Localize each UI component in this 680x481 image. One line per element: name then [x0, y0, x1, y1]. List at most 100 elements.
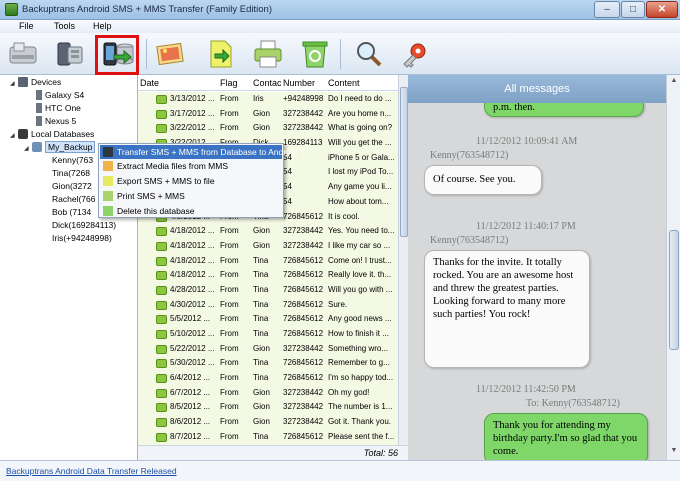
- table-row[interactable]: 5/5/2012 ... From Tina 726845612 Any good ne…: [138, 312, 398, 327]
- table-row[interactable]: 8/5/2012 ... From Gion 327238442 The number …: [138, 400, 398, 415]
- table-row[interactable]: 4/30/2012 ... From Tina 726845612 Sure.: [138, 298, 398, 313]
- column-number[interactable]: Number: [283, 78, 315, 88]
- conversation-body[interactable]: p.m. then. 11/12/2012 10:09:41 AM Kenny(…: [408, 103, 666, 460]
- cell-content: Remember to g...: [328, 358, 390, 368]
- menu-delete-database[interactable]: Delete this database: [100, 204, 282, 218]
- tree-node-devices[interactable]: ◢ Devices: [10, 76, 61, 89]
- menu-transfer-to-android[interactable]: Transfer SMS + MMS from Database to Andr…: [100, 145, 297, 159]
- close-button[interactable]: ✕: [646, 1, 678, 18]
- transfer-db-to-android-icon[interactable]: [100, 37, 136, 71]
- cell-number: 54: [283, 196, 292, 206]
- menu-tools[interactable]: Tools: [54, 21, 75, 31]
- tree-node-my-backup[interactable]: ◢ My_Backup: [24, 141, 96, 156]
- table-row[interactable]: 3/17/2012 ... From Gion 327238442 Are you ho…: [138, 107, 398, 122]
- tree-contact[interactable]: Iris(+94248998): [52, 232, 112, 245]
- table-row[interactable]: 6/7/2012 ... From Gion 327238442 Oh my god!: [138, 386, 398, 401]
- cell-flag: From: [220, 94, 239, 103]
- tree-item-galaxy-s4[interactable]: Galaxy S4: [36, 89, 84, 102]
- print-icon[interactable]: [250, 37, 286, 71]
- cell-content: Any good news ...: [328, 314, 392, 324]
- table-row[interactable]: 4/18/2012 ... From Gion 327238442 I like my …: [138, 239, 398, 254]
- export-file-icon[interactable]: [202, 37, 238, 71]
- sms-icon: [156, 315, 167, 325]
- tree-item-nexus-5[interactable]: Nexus 5: [36, 115, 76, 128]
- table-row[interactable]: 3/22/2012 ... From Gion 327238442 What is go…: [138, 121, 398, 136]
- menu-print[interactable]: Print SMS + MMS: [100, 189, 282, 203]
- cell-flag: From: [220, 417, 239, 427]
- cell-content: What is going on?: [328, 123, 393, 133]
- table-row[interactable]: 4/18/2012 ... From Tina 726845612 Come on! I…: [138, 254, 398, 269]
- tree-node-local-databases[interactable]: ◢ Local Databases: [10, 128, 94, 141]
- tree-contact[interactable]: Gion(3272: [52, 180, 92, 193]
- column-content[interactable]: Content: [328, 78, 360, 88]
- toolbar: [0, 33, 680, 75]
- table-row[interactable]: 4/18/2012 ... From Tina 726845612 Really lov…: [138, 268, 398, 283]
- menu-extract-media[interactable]: Extract Media files from MMS: [100, 159, 282, 173]
- sms-icon: [156, 388, 167, 398]
- collapse-icon[interactable]: ◢: [10, 78, 18, 91]
- column-flag[interactable]: Flag: [220, 78, 238, 88]
- collapse-icon[interactable]: ◢: [10, 130, 18, 143]
- tree-contact[interactable]: Dick(169284113): [52, 219, 116, 232]
- message-timestamp: 11/12/2012 11:40:17 PM: [476, 221, 576, 232]
- cell-content: Something wro...: [328, 343, 389, 353]
- scrollbar-thumb[interactable]: [669, 230, 679, 350]
- scroll-up-icon[interactable]: ▲: [669, 77, 679, 87]
- cell-number: 327238442: [283, 226, 324, 236]
- cell-flag: From: [220, 240, 239, 250]
- table-row[interactable]: 6/4/2012 ... From Tina 726845612 I'm so happ…: [138, 371, 398, 386]
- cell-content: Got it. Thank you.: [328, 417, 391, 427]
- device-tree: ◢ Devices Galaxy S4 HTC One Nexus 5 ◢ Loca…: [0, 75, 138, 460]
- key-icon[interactable]: [396, 37, 432, 71]
- sms-icon: [156, 95, 167, 104]
- tree-contact[interactable]: Bob (7134: [52, 206, 91, 219]
- table-row[interactable]: 5/30/2012 ... From Tina 726845612 Remember t…: [138, 356, 398, 371]
- tree-item-htc-one[interactable]: HTC One: [36, 102, 81, 115]
- scrollbar-thumb[interactable]: [400, 87, 408, 237]
- message-timestamp: 11/12/2012 10:09:41 AM: [476, 136, 578, 147]
- export-media-icon[interactable]: [152, 37, 188, 71]
- cell-number: 327238442: [283, 402, 324, 412]
- scroll-down-icon[interactable]: ▼: [669, 447, 679, 457]
- sms-icon: [156, 374, 167, 384]
- cell-contact: Gion: [253, 343, 270, 353]
- table-row[interactable]: 5/22/2012 ... From Gion 327238442 Something …: [138, 342, 398, 357]
- cell-content: Are you home n...: [328, 108, 392, 118]
- cell-number: 327238442: [283, 343, 324, 353]
- message-bubble-received: Thanks for the invite. It totally rocked…: [424, 250, 590, 368]
- phone-backup-icon[interactable]: [52, 37, 88, 71]
- news-link[interactable]: Backuptrans Android Data Transfer Releas…: [6, 466, 177, 476]
- menu-file[interactable]: File: [19, 21, 34, 31]
- search-icon[interactable]: [350, 37, 386, 71]
- table-row[interactable]: 5/10/2012 ... From Tina 726845612 How to fin…: [138, 327, 398, 342]
- maximize-button[interactable]: □: [621, 1, 645, 18]
- cell-number: 726845612: [283, 211, 324, 221]
- minimize-button[interactable]: –: [594, 1, 620, 18]
- table-row[interactable]: 4/18/2012 ... From Gion 327238442 Yes. You n…: [138, 224, 398, 239]
- column-contact[interactable]: Contac: [253, 78, 282, 88]
- cell-contact: Tina: [253, 358, 269, 368]
- devices-icon[interactable]: [6, 37, 42, 71]
- collapse-icon[interactable]: ◢: [24, 143, 32, 156]
- cell-contact: Tina: [253, 431, 269, 441]
- menu-help[interactable]: Help: [93, 21, 112, 31]
- table-row[interactable]: 8/6/2012 ... From Gion 327238442 Got it. Tha…: [138, 415, 398, 430]
- table-scrollbar[interactable]: [398, 75, 408, 445]
- recycle-icon[interactable]: [297, 37, 333, 71]
- table-row[interactable]: 3/13/2012 ... From Iris +94248998 Do I need …: [138, 92, 398, 107]
- table-row[interactable]: 4/28/2012 ... From Tina 726845612 Will you g…: [138, 283, 398, 298]
- column-date[interactable]: Date: [140, 78, 159, 88]
- message-bubble-sent: p.m. then.: [484, 103, 644, 117]
- menu-export-file[interactable]: Export SMS + MMS to file: [100, 174, 282, 188]
- sms-icon: [156, 330, 167, 339]
- cell-contact: Gion: [253, 402, 270, 412]
- conversation-scrollbar[interactable]: ▲ ▼: [666, 75, 680, 460]
- tree-contact[interactable]: Tina(7268: [52, 167, 90, 180]
- tree-contact[interactable]: Kenny(763: [52, 154, 93, 167]
- toolbar-separator: [146, 39, 147, 69]
- table-row[interactable]: 8/7/2012 ... From Tina 726845612 Please sent…: [138, 430, 398, 445]
- cell-contact: Tina: [253, 299, 269, 309]
- tree-contact[interactable]: Rachel(766: [52, 193, 95, 206]
- cell-number: 726845612: [283, 431, 324, 441]
- cell-content: I lost my iPod To...: [328, 167, 394, 177]
